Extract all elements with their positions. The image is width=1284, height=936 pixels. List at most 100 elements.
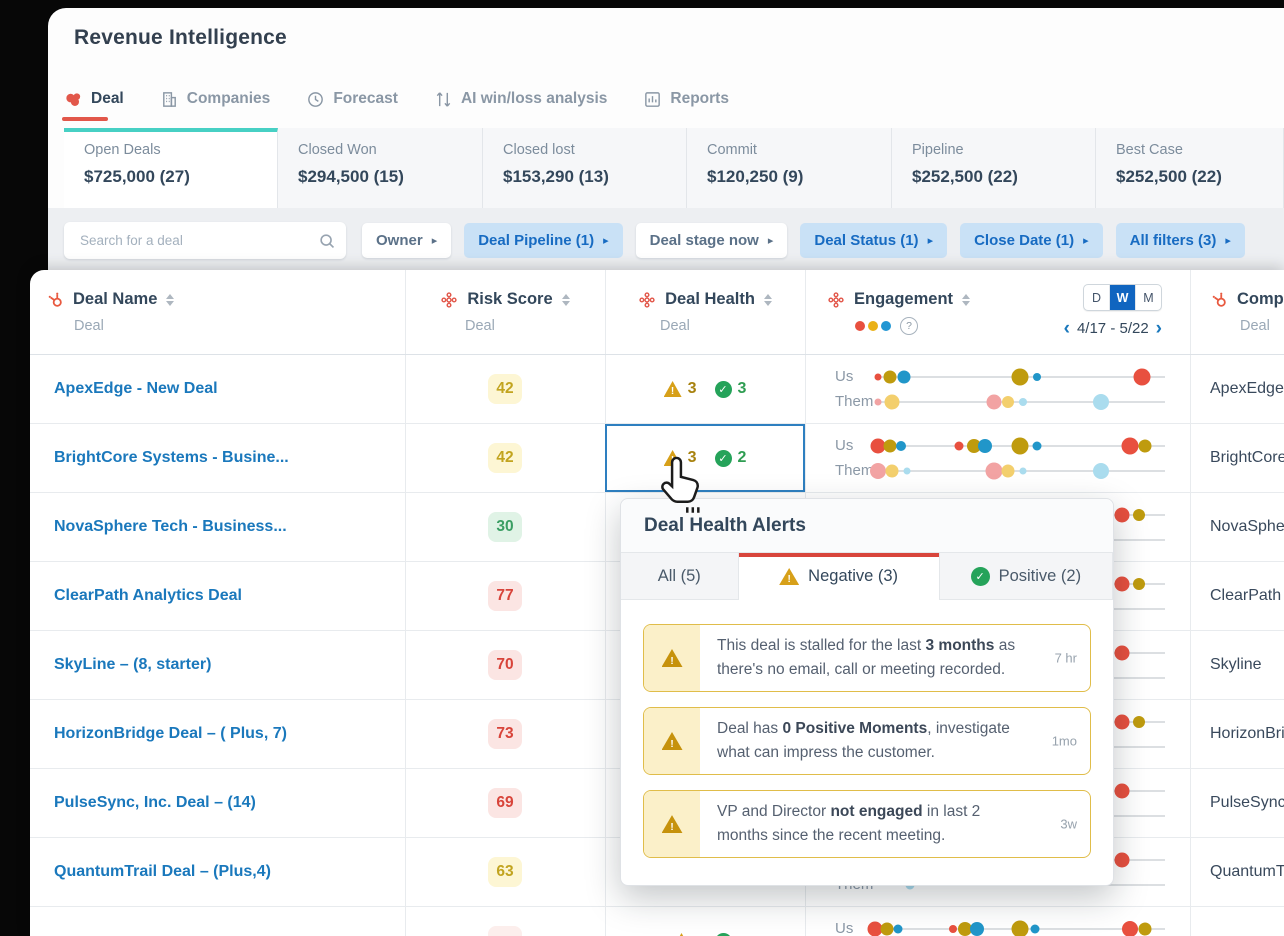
engagement-dot	[986, 394, 1002, 409]
deal-name-link[interactable]: SkyLine – (8, starter)	[54, 656, 211, 674]
summary-card-value: $153,290 (13)	[503, 167, 609, 186]
filter-chip[interactable]: Deal Pipeline (1) ▸	[464, 223, 623, 258]
engagement-dot	[954, 441, 964, 450]
engagement-dot	[1032, 441, 1042, 450]
filter-chip-label: Deal Pipeline (1)	[478, 232, 595, 249]
sort-icon[interactable]	[962, 293, 971, 306]
engagement-dot	[1114, 714, 1129, 729]
column-header-engagement[interactable]: Engagement ? DWM ‹ 4/17 - 5/22 ›	[805, 270, 1190, 354]
nav-tab-reports[interactable]: Reports	[643, 90, 729, 109]
check-circle-icon	[970, 566, 990, 586]
summary-card[interactable]: Commit $120,250 (9)	[687, 128, 892, 208]
column-sublabel: Deal	[74, 318, 104, 334]
filter-chip[interactable]: Close Date (1) ▸	[960, 223, 1103, 258]
engagement-dot	[1138, 439, 1152, 452]
chevron-right-icon: ▸	[767, 235, 774, 247]
popup-tab-negative[interactable]: Negative (3)	[738, 553, 940, 600]
alert-card: VP and Director not engaged in last 2 mo…	[643, 790, 1091, 859]
engagement-dot	[1002, 395, 1015, 408]
popup-tabs: All (5) Negative (3) Positive (2)	[621, 553, 1113, 600]
company-name: HorizonBridge	[1210, 725, 1284, 742]
nav-tab-deal[interactable]: Deal	[62, 90, 124, 121]
search-icon[interactable]	[318, 232, 336, 250]
summary-card[interactable]: Best Case $252,500 (22)	[1096, 128, 1284, 208]
help-icon[interactable]: ?	[900, 317, 918, 335]
engagement-legend: ?	[855, 317, 970, 335]
summary-card[interactable]: Closed Won $294,500 (15)	[278, 128, 483, 208]
positive-alert-count: 3	[737, 380, 747, 397]
deal-name-link[interactable]: ApexEdge - New Deal	[54, 380, 218, 398]
summary-card[interactable]: Open Deals $725,000 (27)	[64, 128, 278, 208]
column-header-company[interactable]: Company Deal	[1190, 270, 1284, 354]
company-name: NovaSphere	[1210, 518, 1284, 535]
deal-name-link[interactable]: ClearPath Analytics Deal	[54, 587, 242, 605]
nav-tab-companies[interactable]: Companies	[160, 90, 271, 109]
sort-icon[interactable]	[561, 293, 570, 306]
summary-cards: Open Deals $725,000 (27) Closed Won $294…	[64, 128, 1284, 208]
risk-score-badge: 63	[488, 857, 522, 887]
filter-chip[interactable]: Deal stage now ▸	[635, 223, 788, 258]
period-option-m[interactable]: M	[1136, 285, 1161, 310]
engagement-cell: Us Them	[805, 424, 1190, 492]
popup-tab-all[interactable]: All (5)	[621, 553, 739, 600]
column-header-deal-name[interactable]: Deal Name Deal	[46, 270, 405, 354]
nav-tab-label: Deal	[91, 90, 124, 107]
win-loss-icon	[434, 90, 453, 109]
risk-score-badge: 69	[488, 788, 522, 818]
deal-name-link[interactable]: QuantumTrail Deal – (Plus,4)	[54, 863, 271, 881]
deal-name-link[interactable]: NovaSphere Tech - Business...	[54, 518, 287, 536]
filter-chip[interactable]: Deal Status (1) ▸	[800, 223, 948, 258]
filter-chip[interactable]: Owner ▸	[362, 223, 452, 258]
alerts-list: This deal is stalled for the last 3 mont…	[621, 600, 1113, 859]
column-sublabel: Deal	[660, 318, 690, 334]
search-input[interactable]	[78, 232, 318, 249]
summary-card[interactable]: Pipeline $252,500 (22)	[892, 128, 1096, 208]
deal-name-link[interactable]: BrightCore Systems - Busine...	[54, 449, 289, 467]
alert-timestamp: 7 hr	[1054, 650, 1077, 666]
summary-card-label: Commit	[707, 142, 757, 158]
negative-alert-count: 3	[687, 380, 697, 397]
deal-name-link[interactable]: HorizonBridge Deal – ( Plus, 7)	[54, 725, 287, 743]
column-header-deal-health[interactable]: Deal Health Deal	[605, 270, 805, 354]
popup-tab-positive[interactable]: Positive (2)	[939, 553, 1113, 600]
summary-card[interactable]: Closed lost $153,290 (13)	[483, 128, 687, 208]
column-header-risk-score[interactable]: Risk Score Deal	[405, 270, 605, 354]
summary-card-value: $252,500 (22)	[912, 167, 1018, 186]
engagement-dot	[869, 462, 886, 479]
risk-score-badge: 30	[488, 512, 522, 542]
engagement-dot	[883, 370, 896, 383]
deal-health-cell[interactable]: 3 3	[605, 355, 805, 423]
risk-score-badge: 73	[488, 719, 522, 749]
nav-tab-ai-win-loss-analysis[interactable]: AI win/loss analysis	[434, 90, 607, 109]
column-label: Deal Name	[73, 290, 158, 308]
nav-tab-label: Companies	[186, 90, 271, 107]
column-label: Engagement	[854, 290, 954, 308]
them-engagement-plot	[874, 393, 1165, 410]
sort-icon[interactable]	[763, 293, 772, 306]
summary-card-value: $725,000 (27)	[84, 167, 190, 186]
chevron-right-icon: ▸	[1083, 235, 1089, 247]
date-range: 4/17 - 5/22	[1076, 320, 1149, 337]
column-label: Company	[1237, 290, 1284, 308]
period-toggle: DWM	[1083, 284, 1162, 311]
summary-card-label: Closed Won	[298, 142, 377, 158]
chevron-right-icon: ▸	[603, 235, 609, 247]
deal-health-cell[interactable]	[605, 907, 805, 936]
next-period-chevron-icon[interactable]: ›	[1156, 319, 1162, 338]
risk-score-badge: 42	[488, 443, 522, 473]
alert-timestamp: 1mo	[1051, 733, 1077, 749]
column-sublabel: Deal	[465, 318, 495, 334]
table-header: Deal Name Deal Risk Score Deal Deal Heal…	[30, 270, 1284, 355]
filter-chip[interactable]: All filters (3) ▸	[1115, 223, 1245, 258]
sort-icon[interactable]	[166, 293, 175, 306]
engagement-dot	[884, 394, 900, 409]
period-option-w[interactable]: W	[1110, 285, 1136, 310]
risk-score-badge: 77	[488, 581, 522, 611]
deal-name-link[interactable]: PulseSync, Inc. Deal – (14)	[54, 794, 256, 812]
nav-tab-forecast[interactable]: Forecast	[306, 90, 398, 109]
prev-period-chevron-icon[interactable]: ‹	[1064, 319, 1070, 338]
column-label: Deal Health	[665, 290, 755, 308]
period-option-d[interactable]: D	[1084, 285, 1110, 310]
chevron-right-icon: ▸	[1225, 235, 1231, 247]
legend-dot-red	[855, 321, 865, 331]
